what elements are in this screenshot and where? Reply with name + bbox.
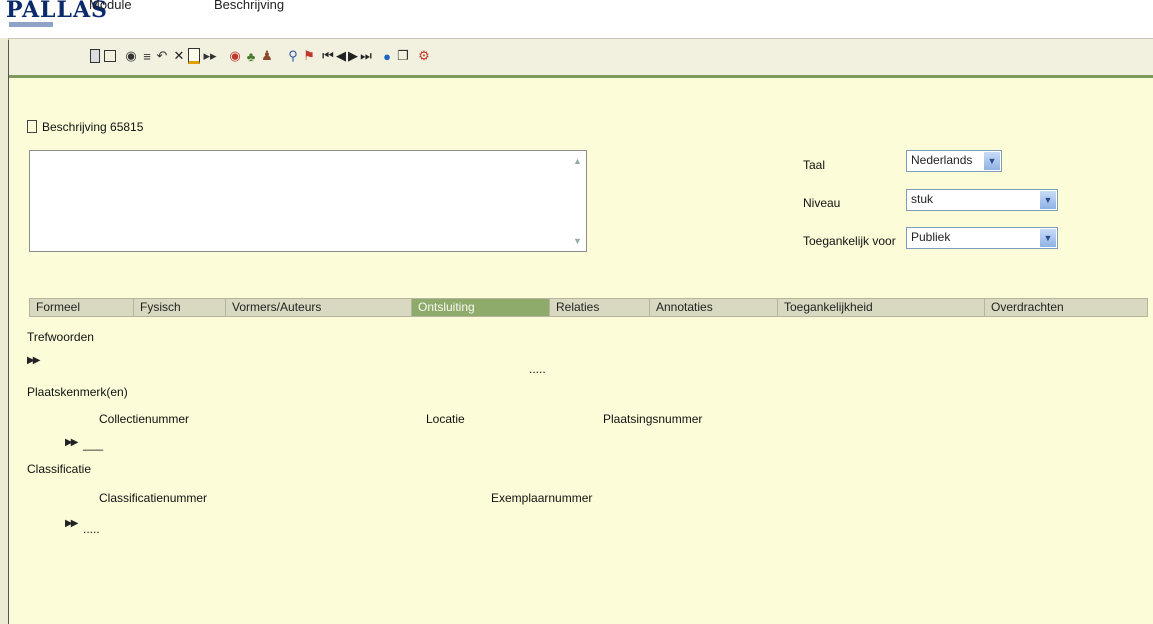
classificatie-dots[interactable]: .....	[83, 522, 100, 536]
exemplaarnummer-label: Exemplaarnummer	[491, 491, 593, 505]
toegankelijk-label: Toegankelijk voor	[803, 234, 896, 248]
zoom-icon[interactable]: ⚲	[286, 47, 300, 65]
binoculars-icon[interactable]: ◉	[124, 47, 138, 65]
person-icon[interactable]: ♟	[260, 47, 274, 65]
plaats-dash[interactable]: ___	[83, 437, 103, 451]
tab-vormers-auteurs[interactable]: Vormers/Auteurs	[226, 299, 412, 316]
tab-relaties[interactable]: Relaties	[550, 299, 650, 316]
chevron-down-icon[interactable]: ▼	[984, 152, 1000, 170]
link-icon[interactable]: ↶	[155, 47, 169, 65]
title-bar: PALLAS Module Beschrijving	[0, 0, 1153, 38]
next-icon[interactable]: ▶	[348, 47, 358, 65]
frame-divider	[8, 40, 9, 624]
menu-module[interactable]: Module	[89, 0, 132, 12]
globe-icon[interactable]: ●	[380, 47, 394, 65]
first-icon[interactable]: ⏮	[322, 47, 334, 65]
scroll-up-icon[interactable]: ▲	[573, 155, 582, 167]
toegankelijk-value: Publiek	[911, 230, 951, 244]
classificatie-heading: Classificatie	[27, 462, 92, 476]
scroll-down-icon[interactable]: ▼	[573, 235, 582, 247]
menu-beschrijving[interactable]: Beschrijving	[214, 0, 284, 12]
help-icon[interactable]: ⚙	[416, 47, 432, 65]
delete-icon[interactable]: ✕	[173, 47, 185, 65]
expand-icon[interactable]: ▶▶	[65, 518, 78, 529]
copy-icon[interactable]: ❐	[396, 47, 410, 65]
plaatskenmerken-heading: Plaatskenmerk(en)	[27, 385, 128, 399]
prev-icon[interactable]: ◀	[336, 47, 346, 65]
tab-bar: Formeel Fysisch Vormers/Auteurs Ontsluit…	[29, 298, 1148, 317]
forward-icon[interactable]: ▸▸	[203, 47, 217, 65]
document-icon[interactable]	[187, 47, 201, 65]
tree-icon[interactable]: ♣	[244, 47, 258, 65]
taal-select[interactable]: Nederlands ▼	[906, 150, 1002, 172]
form-icon	[27, 120, 37, 133]
plaatsingsnummer-label: Plaatsingsnummer	[603, 412, 703, 426]
classificatienummer-label: Classificatienummer	[99, 491, 208, 505]
list-icon[interactable]: ≡	[141, 47, 153, 65]
tab-fysisch[interactable]: Fysisch	[134, 299, 226, 316]
expand-icon[interactable]: ▶▶	[65, 437, 78, 448]
logo-subtitle-bar	[9, 22, 53, 27]
toegankelijk-select[interactable]: Publiek ▼	[906, 227, 1058, 249]
form-title-text: Beschrijving 65815	[42, 120, 144, 134]
niveau-select[interactable]: stuk ▼	[906, 189, 1058, 211]
collectienummer-label: Collectienummer	[99, 412, 190, 426]
tab-formeel[interactable]: Formeel	[30, 299, 134, 316]
tab-toegankelijkheid[interactable]: Toegankelijkheid	[778, 299, 985, 316]
window-icon[interactable]	[104, 47, 116, 65]
form-title: Beschrijving 65815	[27, 120, 143, 134]
form-icon[interactable]	[90, 47, 100, 65]
expand-icon[interactable]: ▶▶	[27, 355, 40, 366]
last-icon[interactable]: ⏭	[360, 47, 372, 65]
trefwoorden-dots[interactable]: .....	[529, 362, 546, 376]
description-textarea[interactable]: ▲ ▼	[29, 150, 587, 252]
search-icon[interactable]: ◉	[228, 47, 242, 65]
chevron-down-icon[interactable]: ▼	[1040, 191, 1056, 209]
tab-ontsluiting[interactable]: Ontsluiting	[412, 299, 550, 316]
tab-annotaties[interactable]: Annotaties	[650, 299, 778, 316]
niveau-label: Niveau	[803, 196, 841, 210]
chevron-down-icon[interactable]: ▼	[1040, 229, 1056, 247]
niveau-value: stuk	[911, 192, 934, 206]
taal-label: Taal	[803, 158, 826, 172]
flag-icon[interactable]: ⚑	[302, 47, 316, 65]
taal-value: Nederlands	[911, 153, 973, 167]
locatie-label: Locatie	[426, 412, 465, 426]
tab-overdrachten[interactable]: Overdrachten	[985, 299, 1147, 316]
trefwoorden-heading: Trefwoorden	[27, 330, 94, 344]
